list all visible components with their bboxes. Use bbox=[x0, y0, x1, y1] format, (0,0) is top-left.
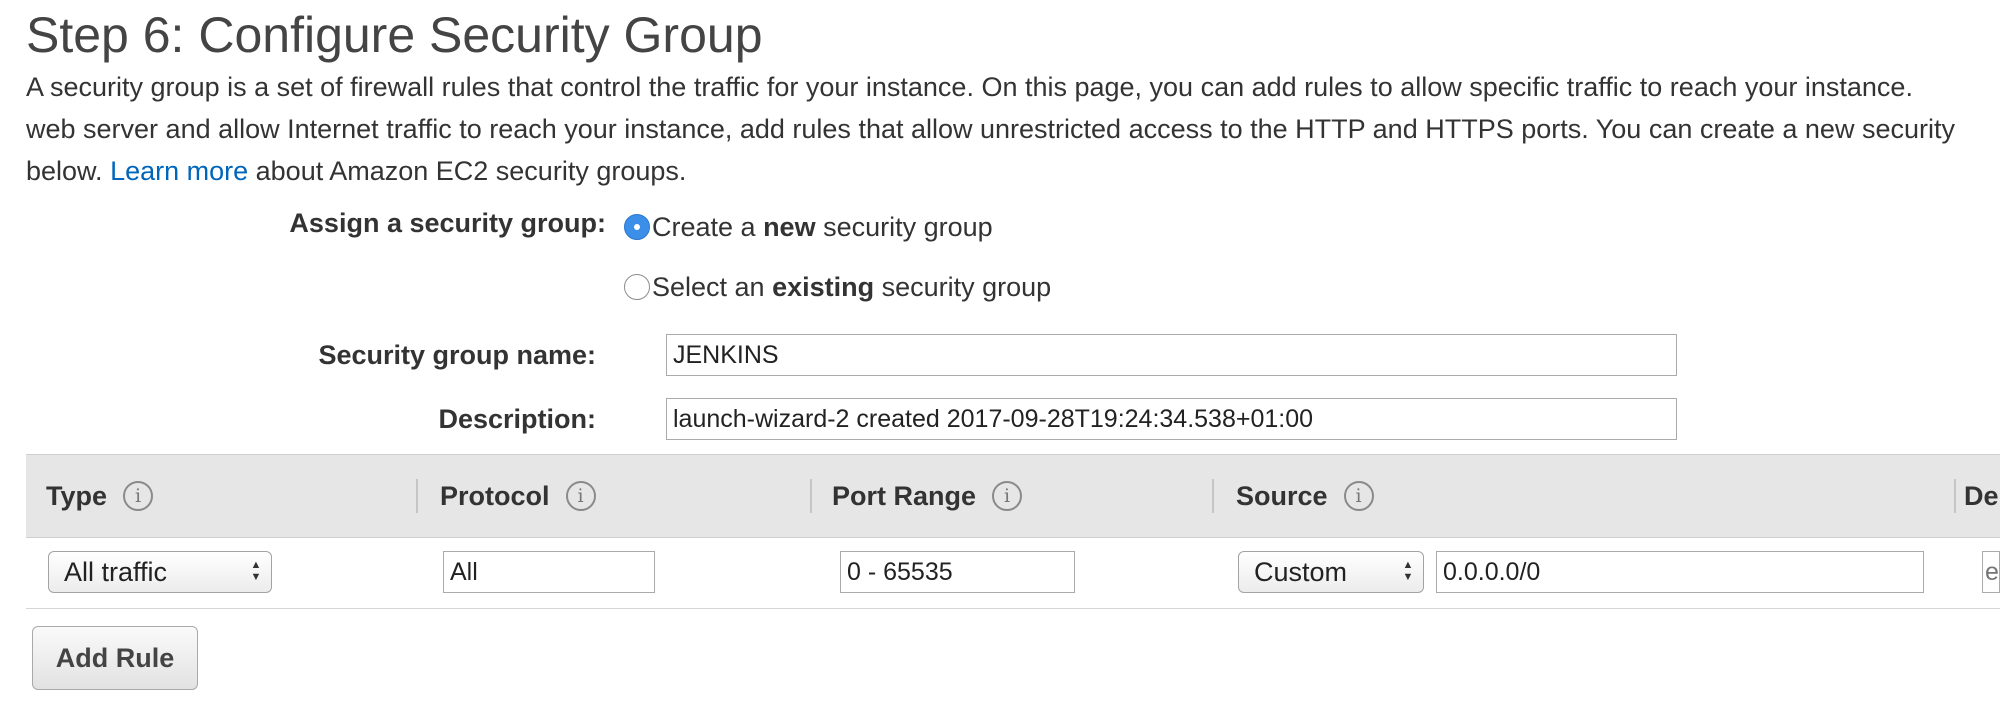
radio-create-bold: new bbox=[763, 211, 816, 242]
column-divider bbox=[810, 479, 812, 513]
column-header-port-range: Port Range i bbox=[832, 455, 1023, 537]
source-select[interactable]: Custom ▲ ▼ bbox=[1238, 551, 1424, 593]
source-select-value: Custom bbox=[1254, 556, 1348, 587]
column-port-range-label: Port Range bbox=[832, 480, 977, 511]
type-select[interactable]: All traffic ▲ ▼ bbox=[48, 551, 272, 593]
radio-existing-suffix: security group bbox=[874, 271, 1052, 302]
security-group-name-input[interactable] bbox=[666, 334, 1677, 376]
row-divider bbox=[26, 608, 2000, 609]
security-group-name-label: Security group name: bbox=[318, 340, 596, 370]
info-icon[interactable]: i bbox=[1343, 481, 1374, 511]
radio-unselected-icon[interactable] bbox=[624, 274, 650, 300]
intro-text: A security group is a set of firewall ru… bbox=[26, 66, 2000, 192]
column-type-label: Type bbox=[46, 480, 108, 511]
radio-existing-prefix: Select an bbox=[652, 271, 773, 302]
intro-line-3-suffix: about Amazon EC2 security groups. bbox=[248, 156, 687, 186]
updown-arrows-icon: ▲ ▼ bbox=[250, 559, 262, 583]
radio-existing-bold: existing bbox=[772, 271, 875, 302]
radio-create-new-group[interactable]: Create a new security group bbox=[624, 210, 993, 244]
column-divider bbox=[1954, 479, 1956, 513]
source-cidr-input[interactable] bbox=[1436, 551, 1924, 593]
radio-create-suffix: security group bbox=[815, 211, 993, 242]
info-icon[interactable]: i bbox=[992, 481, 1023, 511]
radio-create-label: Create a new security group bbox=[652, 212, 993, 243]
description-input[interactable] bbox=[666, 398, 1677, 440]
column-header-type: Type i bbox=[46, 455, 154, 537]
radio-select-existing-group[interactable]: Select an existing security group bbox=[624, 270, 1051, 304]
column-divider bbox=[1212, 479, 1214, 513]
intro-line-3: below. Learn more about Amazon EC2 secur… bbox=[26, 150, 2000, 192]
page-title: Step 6: Configure Security Group bbox=[26, 7, 763, 63]
column-description-label: De bbox=[1964, 480, 1999, 511]
add-rule-button[interactable]: Add Rule bbox=[32, 626, 198, 690]
info-icon[interactable]: i bbox=[565, 481, 596, 511]
description-label: Description: bbox=[438, 404, 596, 434]
learn-more-link[interactable]: Learn more bbox=[110, 156, 248, 186]
intro-line-3-prefix: below. bbox=[26, 156, 111, 186]
port-range-field[interactable] bbox=[840, 551, 1075, 593]
updown-arrows-icon: ▲ ▼ bbox=[1402, 559, 1414, 583]
intro-line-2: web server and allow Internet traffic to… bbox=[26, 114, 1955, 144]
radio-create-prefix: Create a bbox=[652, 211, 764, 242]
info-icon[interactable]: i bbox=[123, 481, 154, 511]
column-header-source: Source i bbox=[1236, 455, 1374, 537]
rules-table-header: Type i Protocol i Port Range i Source i … bbox=[26, 454, 2000, 538]
column-header-protocol: Protocol i bbox=[440, 455, 596, 537]
column-divider bbox=[416, 479, 418, 513]
intro-line-1: A security group is a set of firewall ru… bbox=[26, 72, 1913, 102]
type-select-value: All traffic bbox=[64, 556, 168, 587]
assign-security-group-label: Assign a security group: bbox=[289, 208, 606, 238]
radio-existing-label: Select an existing security group bbox=[652, 272, 1051, 303]
description-field[interactable] bbox=[1982, 551, 2000, 593]
column-source-label: Source bbox=[1236, 480, 1328, 511]
protocol-field bbox=[443, 551, 655, 593]
column-header-description: De bbox=[1964, 455, 1999, 537]
column-protocol-label: Protocol bbox=[440, 480, 550, 511]
radio-selected-icon[interactable] bbox=[624, 214, 650, 240]
